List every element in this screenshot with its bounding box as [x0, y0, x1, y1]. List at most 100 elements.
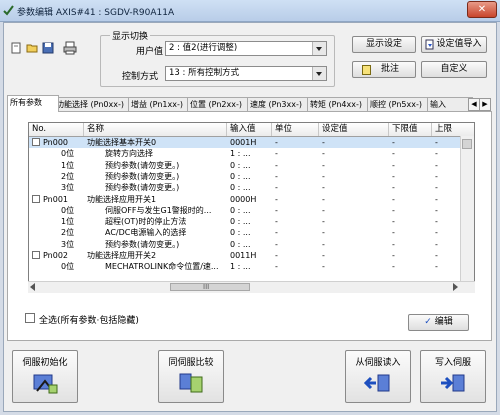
- cell-lower-limit: -: [392, 160, 395, 170]
- servo-init-button[interactable]: 伺服初始化: [12, 350, 78, 403]
- cell-setting: -: [322, 160, 325, 170]
- vertical-scroll-thumb[interactable]: [462, 139, 472, 149]
- servo-compare-label: 同伺服比较: [168, 358, 214, 368]
- table-row[interactable]: 0位 MECHATROLINK命令位置/速... 1 : ... - - - -: [29, 261, 474, 272]
- servo-compare-button[interactable]: 同伺服比较: [158, 350, 224, 403]
- cell-no: Pn002: [43, 251, 69, 260]
- cell-name: 超程(OT)时的停止方法: [105, 217, 187, 227]
- new-file-icon[interactable]: [10, 42, 22, 54]
- close-button[interactable]: ✕: [467, 1, 497, 18]
- cell-lower-limit: -: [392, 251, 395, 260]
- tab-position[interactable]: 位置 (Pn2xx-): [187, 97, 253, 112]
- column-header-setting[interactable]: 设定值: [319, 123, 389, 136]
- select-all-checkbox[interactable]: [25, 313, 35, 323]
- cell-unit: -: [275, 217, 278, 227]
- table-group-row[interactable]: Pn001 功能选择应用开关1 0000H - - - -: [29, 194, 474, 205]
- servo-init-icon: [33, 374, 58, 394]
- cell-upper-limit: -: [435, 138, 438, 147]
- table-row[interactable]: 2位 AC/DC电源输入的选择 0 : ... - - - -: [29, 227, 474, 238]
- table-row[interactable]: 1位 超程(OT)时的停止方法 0 : ... - - - -: [29, 216, 474, 227]
- cell-upper-limit: -: [435, 183, 438, 193]
- cell-setting: -: [322, 183, 325, 193]
- column-header-no[interactable]: No.: [29, 123, 84, 136]
- print-icon[interactable]: [63, 41, 77, 55]
- cell-lower-limit: -: [392, 183, 395, 193]
- row-checkbox[interactable]: [32, 194, 40, 203]
- cell-lower-limit: -: [392, 149, 395, 159]
- save-disk-icon[interactable]: [42, 42, 54, 54]
- parameter-app-icon: [3, 5, 14, 16]
- custom-label: 自定义: [440, 64, 468, 74]
- cell-no: 0位: [61, 262, 75, 272]
- edit-button[interactable]: ✓ 编辑: [408, 314, 469, 331]
- cell-unit: -: [275, 251, 278, 260]
- cell-upper-limit: -: [435, 205, 438, 215]
- tab-torque[interactable]: 转矩 (Pn4xx-): [307, 97, 373, 112]
- row-checkbox[interactable]: [32, 251, 40, 259]
- chevron-down-icon[interactable]: [312, 67, 326, 80]
- read-from-servo-button[interactable]: 从伺服读入: [345, 350, 411, 403]
- note-button[interactable]: 批注: [352, 61, 416, 78]
- tab-speed[interactable]: 速度 (Pn3xx-): [247, 97, 313, 112]
- tab-scroll-right-icon[interactable]: ▶: [479, 98, 491, 111]
- chevron-down-icon[interactable]: [312, 42, 326, 55]
- user-level-label: 用户值: [136, 47, 164, 57]
- tab-input[interactable]: 输入: [427, 97, 473, 112]
- control-mode-value: 13 : 所有控制方式: [169, 68, 240, 78]
- column-header-input[interactable]: 输入值: [227, 123, 272, 136]
- column-header-name[interactable]: 名称: [84, 123, 227, 136]
- table-row[interactable]: 1位 预约参数(请勿变更。) 0 : ... - - - -: [29, 160, 474, 171]
- cell-input-value: 0000H: [230, 194, 257, 204]
- window-titlebar[interactable]: 参数编辑 AXIS#41 : SGDV-R90A11A ✕: [0, 0, 500, 22]
- row-checkbox[interactable]: [32, 138, 40, 146]
- cell-no: Pn000: [43, 138, 69, 147]
- tab-function-select[interactable]: 功能选择 (Pn0xx-): [53, 97, 134, 112]
- edit-check-icon: ✓: [424, 317, 432, 327]
- cell-upper-limit: -: [435, 217, 438, 227]
- control-mode-select[interactable]: 13 : 所有控制方式: [165, 66, 327, 81]
- tab-all-parameters[interactable]: 所有参数: [7, 95, 59, 112]
- open-folder-icon[interactable]: [26, 42, 38, 54]
- cell-input-value: 1 : ...: [230, 262, 251, 272]
- write-to-servo-button[interactable]: 写入伺服: [420, 350, 486, 403]
- column-header-unit[interactable]: 单位: [272, 123, 319, 136]
- column-header-lower[interactable]: 下限值: [389, 123, 432, 136]
- display-switch-legend: 显示切换: [110, 29, 151, 42]
- user-level-select[interactable]: 2 : 值2(进行调整): [165, 41, 327, 56]
- note-icon: [362, 65, 371, 75]
- cell-lower-limit: -: [392, 194, 395, 204]
- table-group-row[interactable]: Pn000 功能选择基本开关0 0001H - - - -: [29, 137, 474, 148]
- display-settings-button[interactable]: 显示设定: [352, 36, 416, 53]
- table-row[interactable]: 0位 旋转方向选择 1 : ... - - - -: [29, 148, 474, 159]
- scroll-left-arrow-icon[interactable]: [30, 283, 35, 291]
- cell-input-value: 0 : ...: [230, 183, 251, 193]
- cell-unit: -: [275, 262, 278, 272]
- cell-setting: -: [322, 205, 325, 215]
- cell-setting: -: [322, 171, 325, 181]
- cell-upper-limit: -: [435, 228, 438, 238]
- scroll-grip: III: [203, 283, 210, 291]
- tab-gain[interactable]: 增益 (Pn1xx-): [128, 97, 193, 112]
- table-group-row[interactable]: Pn002 功能选择应用开关2 0011H - - - -: [29, 250, 474, 261]
- cell-upper-limit: -: [435, 160, 438, 170]
- column-header-upper[interactable]: 上限: [432, 123, 474, 136]
- cell-setting: -: [322, 138, 325, 147]
- tab-sequence[interactable]: 顺控 (Pn5xx-): [367, 97, 433, 112]
- horizontal-scroll-thumb[interactable]: [170, 283, 250, 291]
- scroll-right-arrow-icon[interactable]: [453, 283, 458, 291]
- table-row[interactable]: 0位 伺服OFF与发生G1警报时的... 0 : ... - - - -: [29, 205, 474, 216]
- cell-setting: -: [322, 217, 325, 227]
- table-horizontal-scrollbar[interactable]: [28, 281, 475, 293]
- import-settings-button[interactable]: 设定值导入: [421, 36, 487, 53]
- table-row[interactable]: 3位 预约参数(请勿变更。) 0 : ... - - - -: [29, 182, 474, 193]
- table-row[interactable]: 3位 预约参数(请勿变更。) 0 : ... - - - -: [29, 239, 474, 250]
- cell-no: 0位: [61, 149, 75, 159]
- cell-input-value: 0 : ...: [230, 205, 251, 215]
- cell-name: 预约参数(请勿变更。): [105, 160, 180, 170]
- table-vertical-scrollbar[interactable]: [460, 136, 474, 281]
- cell-setting: -: [322, 239, 325, 249]
- table-row[interactable]: 2位 预约参数(请勿变更。) 0 : ... - - - -: [29, 171, 474, 182]
- custom-button[interactable]: 自定义: [421, 61, 487, 78]
- servo-init-label: 伺服初始化: [22, 358, 68, 368]
- cell-lower-limit: -: [392, 228, 395, 238]
